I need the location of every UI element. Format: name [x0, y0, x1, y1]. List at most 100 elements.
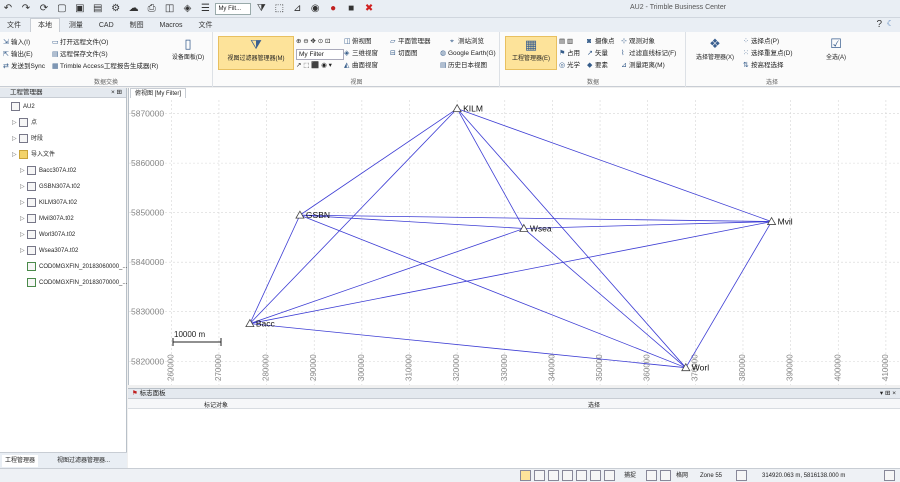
select-mode-icon[interactable] — [534, 470, 545, 481]
tree-item[interactable]: AU2 — [4, 102, 35, 113]
cloud-icon[interactable]: ☁ — [127, 2, 141, 16]
area-mode-icon[interactable] — [562, 470, 573, 481]
features-button[interactable]: ◆ 要素 — [587, 61, 608, 70]
google-earth-button[interactable]: ◍ Google Earth(G) — [440, 49, 496, 58]
new-file-icon[interactable]: ▢ — [55, 2, 69, 16]
tab-file-2[interactable]: 文件 — [191, 19, 219, 33]
expand-arrow-icon[interactable]: ▷ — [20, 182, 27, 192]
snap-label[interactable]: 捕捉 — [624, 471, 636, 481]
filter-icon[interactable]: ⧩ — [254, 2, 268, 16]
export-button[interactable]: ⇱ 输出(E) — [3, 50, 33, 59]
view-filter-manager-button[interactable]: ⧩ 视图过滤器管理器(M) — [218, 36, 294, 70]
project-manager-button[interactable]: ▦ 工程管理器(E) — [505, 36, 557, 70]
select-points-button[interactable]: ⁘ 选择点(P) — [743, 37, 779, 46]
tree-item[interactable]: COD0MGXFIN_20183060000_... — [20, 262, 127, 273]
occupation-button[interactable]: ⚑ 占用 — [559, 49, 580, 58]
section-view-button[interactable]: ⊟ 切面图 — [390, 49, 418, 58]
expand-arrow-icon[interactable]: ▷ — [12, 134, 19, 144]
station-marker[interactable] — [295, 210, 305, 219]
print-icon[interactable]: ⎙ — [145, 2, 159, 16]
expand-arrow-icon[interactable]: ▷ — [20, 246, 27, 256]
expand-arrow-icon[interactable]: ▷ — [20, 214, 27, 224]
tab-project-manager[interactable]: 工程管理器 — [2, 455, 39, 467]
device-panel-button[interactable]: ▯ 设备面板(D) — [166, 36, 210, 70]
tree-item[interactable]: ▷ Mvil307A.t02 — [20, 214, 74, 225]
view-filter-dropdown[interactable]: My Filter — [296, 49, 344, 60]
tab-cad[interactable]: CAD — [92, 19, 121, 33]
undo-icon[interactable]: ↶ — [1, 2, 15, 16]
flags-panel-close-icon[interactable]: ▾ ⊞ × — [880, 389, 896, 399]
panel-close-icon[interactable]: × ⊞ — [111, 88, 122, 98]
measure-icon[interactable]: ⊿ — [290, 2, 304, 16]
open-remote-file-button[interactable]: ▭打开远程文件(O) — [52, 38, 108, 47]
point-icon[interactable]: ◉ — [308, 2, 322, 16]
tree-item[interactable]: ▷ Worl307A.t02 — [20, 230, 75, 241]
column-select[interactable]: 选择 — [588, 400, 600, 409]
cloud-sync-icon[interactable]: ☾ — [887, 19, 894, 28]
refresh-icon[interactable]: ⟳ — [37, 2, 51, 16]
history-view-button[interactable]: ▤历史日本视图 — [440, 61, 487, 70]
tree-item[interactable]: ▷ GSBN307A.t02 — [20, 182, 80, 193]
plan-view-tab[interactable]: 俯视图 [My Filter] — [130, 88, 186, 98]
tree-item[interactable]: ▷ KILM307A.t02 — [20, 198, 77, 209]
tab-home[interactable]: 本地 — [29, 18, 60, 32]
column-flag-object[interactable]: 标记对象 — [204, 400, 228, 409]
tree-item[interactable]: ▷ 时段 — [12, 134, 43, 145]
status-menu-icon[interactable] — [884, 470, 895, 481]
settings-icon[interactable]: ⚙ — [109, 2, 123, 16]
point-mode-icon[interactable] — [576, 470, 587, 481]
select-icon[interactable]: ⬚ — [272, 2, 286, 16]
zoom-tools[interactable]: ⊕ ⊖ ✥ ⊙ ⊡ — [296, 37, 330, 46]
tree-item[interactable]: ▷ 点 — [12, 118, 37, 129]
tab-macros[interactable]: Macros — [153, 19, 190, 33]
tab-file[interactable]: 文件 — [0, 19, 28, 33]
expand-arrow-icon[interactable]: ▷ — [20, 230, 27, 240]
expand-arrow-icon[interactable]: ▷ — [20, 198, 27, 208]
3d-view-button[interactable]: ◈ 三维视窗 — [344, 49, 378, 58]
grid-toggle-icon[interactable] — [660, 470, 671, 481]
measure-mode-icon[interactable] — [590, 470, 601, 481]
projection-icon[interactable] — [736, 470, 747, 481]
map-canvas[interactable]: 260000 270000 280000 290000 300000 310000 3200… — [129, 88, 900, 385]
tree-item[interactable]: ▷ 导入文件 — [12, 150, 55, 161]
station-marker[interactable] — [452, 103, 462, 113]
tree-item[interactable]: ▷ Wsea307A.t02 — [20, 246, 78, 257]
select-all-button[interactable]: ☑ 全选(A) — [821, 36, 851, 70]
view-icon[interactable]: ◫ — [163, 2, 177, 16]
surface-view-button[interactable]: ◭ 曲面视窗 — [344, 61, 378, 70]
access-report-button[interactable]: ▦Trimble Access工程报告生成器(R) — [52, 62, 158, 71]
import-button[interactable]: ⇲ 输入(I) — [3, 38, 30, 47]
view-tools-row[interactable]: ↗ ⬚ ⬛ ◉ ▾ — [296, 61, 332, 70]
expand-arrow-icon[interactable]: ▷ — [20, 166, 27, 176]
close-icon[interactable]: ✖ — [362, 2, 376, 16]
tree-item[interactable]: COD0MGXFIN_20183070000_... — [20, 278, 127, 289]
grid-label[interactable]: 格网 — [676, 471, 688, 481]
save-icon[interactable]: ▤ — [91, 2, 105, 16]
expand-arrow-icon[interactable]: ▷ — [12, 150, 19, 160]
selection-manager-button[interactable]: ❖ 选择管理器(X) — [689, 36, 741, 70]
station-marker[interactable] — [766, 216, 777, 225]
stop-icon[interactable]: ■ — [344, 2, 358, 16]
station-browse-button[interactable]: ⌖ 测站浏览 — [450, 37, 484, 46]
select-by-elevation-button[interactable]: ⇅ 按高程选择 — [743, 61, 784, 70]
redo-icon[interactable]: ↷ — [19, 2, 33, 16]
measure-distance-button[interactable]: ⊿ 测量距离(M) — [621, 61, 665, 70]
line-mode-icon[interactable] — [548, 470, 559, 481]
vector-button[interactable]: ↗ 矢量 — [587, 49, 608, 58]
send-to-sync-button[interactable]: ⇄ 发送到Sync — [3, 62, 45, 71]
top-view-button[interactable]: ◫俯视图 — [344, 37, 372, 46]
data-icons-row[interactable]: ▤ ▥ — [559, 37, 573, 46]
view-filter-select[interactable]: My Filt... — [215, 3, 252, 15]
camera-point-button[interactable]: ◙ 摄像点 — [587, 37, 615, 46]
observation-object-button[interactable]: ⊹ 观测对象 — [621, 37, 655, 46]
tree-item[interactable]: ▷ Bacc307A.t02 — [20, 166, 76, 177]
layer-mode-icon[interactable] — [604, 470, 615, 481]
help-icon[interactable]: ? — [876, 19, 882, 30]
expand-arrow-icon[interactable]: ▷ — [12, 118, 19, 128]
filter-line-mark-button[interactable]: ⌇ 过滤直线标记(F) — [621, 49, 676, 58]
plane-manager-button[interactable]: ▱ 平面管理器 — [390, 37, 431, 46]
optical-button[interactable]: ◎ 光学 — [559, 61, 580, 70]
select-duplicates-button[interactable]: ⁙ 选择重复点(D) — [743, 49, 793, 58]
tab-survey[interactable]: 测量 — [62, 19, 90, 33]
save-remote-file-button[interactable]: ▤远程保存文件(S) — [52, 50, 108, 59]
